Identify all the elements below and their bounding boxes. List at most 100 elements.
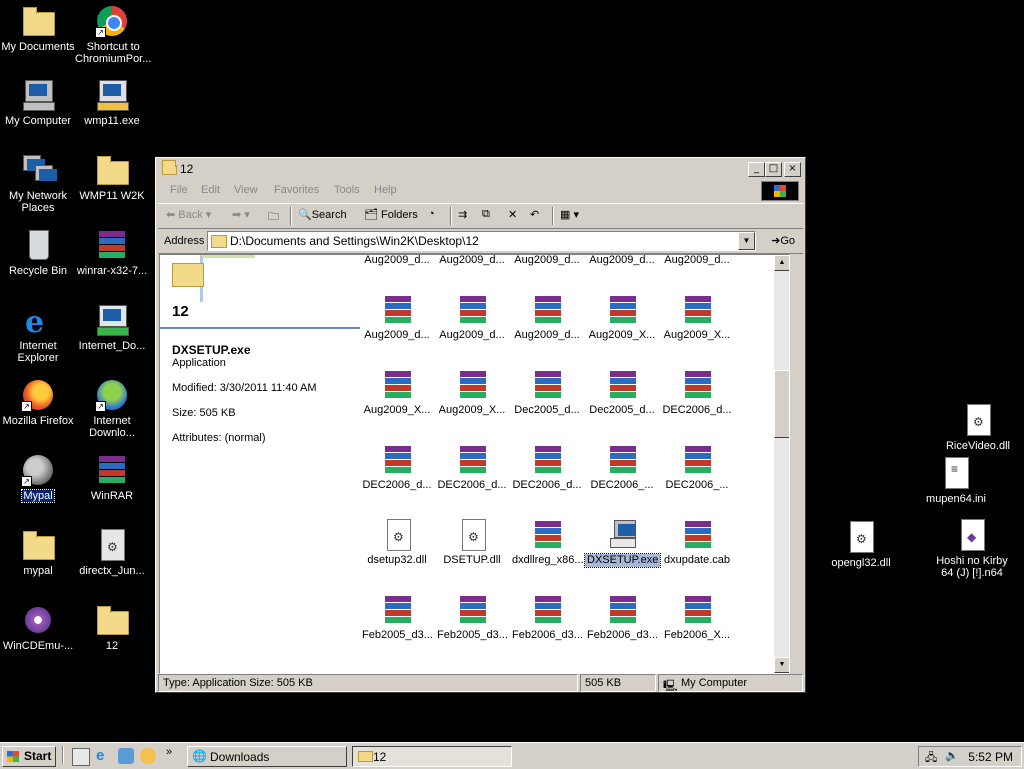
desktop-icon-label: My Documents xyxy=(1,41,75,53)
file-item[interactable]: Dec2005_d... xyxy=(585,368,659,417)
taskbar-button-downloads[interactable]: 🌐 Downloads xyxy=(187,746,347,767)
file-item[interactable]: DEC2006_d... xyxy=(510,443,584,492)
forward-button[interactable]: ➡ ▾ xyxy=(232,208,250,221)
undo-button[interactable]: ↶ xyxy=(530,208,539,221)
network-icon xyxy=(21,153,57,187)
media-player-icon[interactable] xyxy=(140,748,156,764)
file-item[interactable]: Aug2009_d... xyxy=(360,255,434,267)
file-item[interactable]: DEC2006_d... xyxy=(360,443,434,492)
copy-to-button[interactable]: ⧉ xyxy=(482,208,490,221)
desktop-icon-ricevideo-dll[interactable]: ⚙ RiceVideo.dll xyxy=(940,403,1016,452)
desktop-icon-internet-download-manager[interactable]: ↗ Internet Downlo... xyxy=(74,378,150,439)
move-to-button[interactable]: ⇉ xyxy=(458,208,467,221)
file-item[interactable]: Aug2009_d... xyxy=(585,255,659,267)
desktop-icon-label: WinRAR xyxy=(90,490,134,502)
file-item[interactable]: Aug2009_d... xyxy=(510,293,584,342)
desktop-icon-my-documents[interactable]: My Documents xyxy=(0,4,76,53)
file-item[interactable]: Aug2009_d... xyxy=(510,255,584,267)
clock[interactable]: 5:52 PM xyxy=(968,750,1013,764)
file-item[interactable]: Feb2006_X... xyxy=(660,593,734,642)
minimize-button[interactable]: _ xyxy=(748,162,765,177)
desktop-icon-folder-12[interactable]: 12 xyxy=(74,603,150,652)
file-item[interactable]: Aug2009_d... xyxy=(435,255,509,267)
history-button[interactable]: ◔ xyxy=(428,208,435,220)
menu-view[interactable]: View xyxy=(234,184,258,196)
file-item[interactable]: DEC2006_... xyxy=(585,443,659,492)
winrar-archive-icon xyxy=(531,518,563,550)
file-item[interactable]: Feb2005_d3... xyxy=(435,593,509,642)
winrar-archive-icon xyxy=(681,293,713,325)
file-item[interactable]: Aug2009_X... xyxy=(660,293,734,342)
menu-file[interactable]: File xyxy=(170,184,188,196)
desktop-icon-chromium-shortcut[interactable]: ↗ Shortcut to ChromiumPor... xyxy=(74,4,151,65)
file-item[interactable]: Feb2006_d3... xyxy=(585,593,659,642)
views-button[interactable]: ▦ ▾ xyxy=(560,208,579,221)
file-item[interactable]: DEC2006_d... xyxy=(660,368,734,417)
scroll-down-button[interactable]: ▼ xyxy=(774,657,789,673)
file-item[interactable]: dxdllreg_x86... xyxy=(510,518,584,567)
file-item[interactable]: Aug2009_d... xyxy=(435,293,509,342)
desktop-icon-recycle-bin[interactable]: Recycle Bin xyxy=(0,228,76,277)
desktop-icon-winrar[interactable]: WinRAR xyxy=(74,453,150,502)
go-button[interactable]: ➜Go xyxy=(771,234,795,247)
desktop-icon-wmp11-w2k[interactable]: WMP11 W2K xyxy=(74,153,150,202)
file-item-selected[interactable]: DXSETUP.exe xyxy=(583,518,662,568)
desktop-icon-mupen64-ini[interactable]: ≡ mupen64.ini xyxy=(918,456,994,505)
desktop-icon-my-computer[interactable]: My Computer xyxy=(0,78,76,127)
desktop-icon-kirby-rom[interactable]: ◆ Hoshi no Kirby 64 (J) [!].n64 xyxy=(934,518,1010,579)
back-button[interactable]: ⬅ Back ▾ xyxy=(166,208,211,221)
desktop-icon-mypal-folder[interactable]: mypal xyxy=(0,528,76,577)
file-item[interactable]: Feb2005_d3... xyxy=(360,593,434,642)
vertical-scrollbar[interactable]: ▲ ▼ xyxy=(774,255,789,673)
desktop-icon-directx[interactable]: ⚙ directx_Jun... xyxy=(74,528,150,577)
file-item[interactable]: ⚙ dsetup32.dll xyxy=(360,518,434,567)
show-desktop-icon[interactable] xyxy=(72,748,90,766)
up-folder-button[interactable]: 🗀 xyxy=(268,208,279,227)
desktop-icon-opengl32-dll[interactable]: ⚙ opengl32.dll xyxy=(823,520,899,569)
menu-edit[interactable]: Edit xyxy=(201,184,220,196)
desktop-icon-internet-do[interactable]: Internet_Do... xyxy=(74,303,150,352)
file-item[interactable]: Aug2009_X... xyxy=(360,368,434,417)
menu-favorites[interactable]: Favorites xyxy=(274,184,319,196)
file-label: Dec2005_d... xyxy=(589,404,655,416)
delete-button[interactable]: ✕ xyxy=(508,208,517,221)
file-item[interactable]: Dec2005_d... xyxy=(510,368,584,417)
search-button[interactable]: 🔍Search xyxy=(298,208,347,221)
address-dropdown-button[interactable]: ▼ xyxy=(738,232,755,250)
desktop-icon-internet-explorer[interactable]: e Internet Explorer xyxy=(0,303,76,364)
taskbar-button-12[interactable]: 12 xyxy=(352,746,512,767)
desktop-icon-winrar-installer[interactable]: winrar-x32-7... xyxy=(74,228,150,277)
file-item[interactable]: dxupdate.cab xyxy=(660,518,734,567)
file-item[interactable]: Aug2009_d... xyxy=(360,293,434,342)
quick-launch-more-button[interactable]: » xyxy=(166,746,172,758)
outlook-express-icon[interactable] xyxy=(118,748,134,764)
desktop-icon-label: Recycle Bin xyxy=(8,265,68,277)
file-item[interactable]: ⚙ DSETUP.dll xyxy=(435,518,509,567)
file-item[interactable]: Aug2009_d... xyxy=(660,255,734,267)
desktop-icon-mozilla-firefox[interactable]: ↗ Mozilla Firefox xyxy=(0,378,76,427)
file-item[interactable]: DEC2006_d... xyxy=(435,443,509,492)
desktop-icon-my-network-places[interactable]: My Network Places xyxy=(0,153,76,214)
desktop-icon-mypal-shortcut[interactable]: ↗ Mypal xyxy=(0,453,76,503)
file-item[interactable]: Aug2009_X... xyxy=(435,368,509,417)
title-bar[interactable]: 12 _ □ × xyxy=(158,160,803,178)
network-tray-icon[interactable]: 🖧 xyxy=(925,749,937,768)
file-item[interactable]: DEC2006_... xyxy=(660,443,734,492)
scroll-up-button[interactable]: ▲ xyxy=(774,255,789,271)
folders-button[interactable]: 🗂 Folders xyxy=(364,208,418,221)
close-button[interactable]: × xyxy=(784,162,801,177)
menu-tools[interactable]: Tools xyxy=(334,184,360,196)
file-item[interactable]: Aug2009_X... xyxy=(585,293,659,342)
desktop-icon-wmp11[interactable]: wmp11.exe xyxy=(74,78,150,127)
start-button[interactable]: Start xyxy=(2,746,56,767)
desktop-icon-label: My Network Places xyxy=(8,190,68,214)
volume-tray-icon[interactable]: 🔈 xyxy=(945,749,959,762)
file-item[interactable]: Feb2006_d3... xyxy=(510,593,584,642)
file-label: Feb2006_X... xyxy=(663,629,731,641)
scroll-thumb[interactable] xyxy=(774,370,789,438)
desktop-icon-wincdemu[interactable]: WinCDEmu-... xyxy=(0,603,76,652)
menu-help[interactable]: Help xyxy=(374,184,397,196)
address-input[interactable]: D:\Documents and Settings\Win2K\Desktop\… xyxy=(207,231,756,251)
maximize-button[interactable]: □ xyxy=(765,162,782,177)
internet-explorer-icon[interactable]: e xyxy=(96,748,112,764)
